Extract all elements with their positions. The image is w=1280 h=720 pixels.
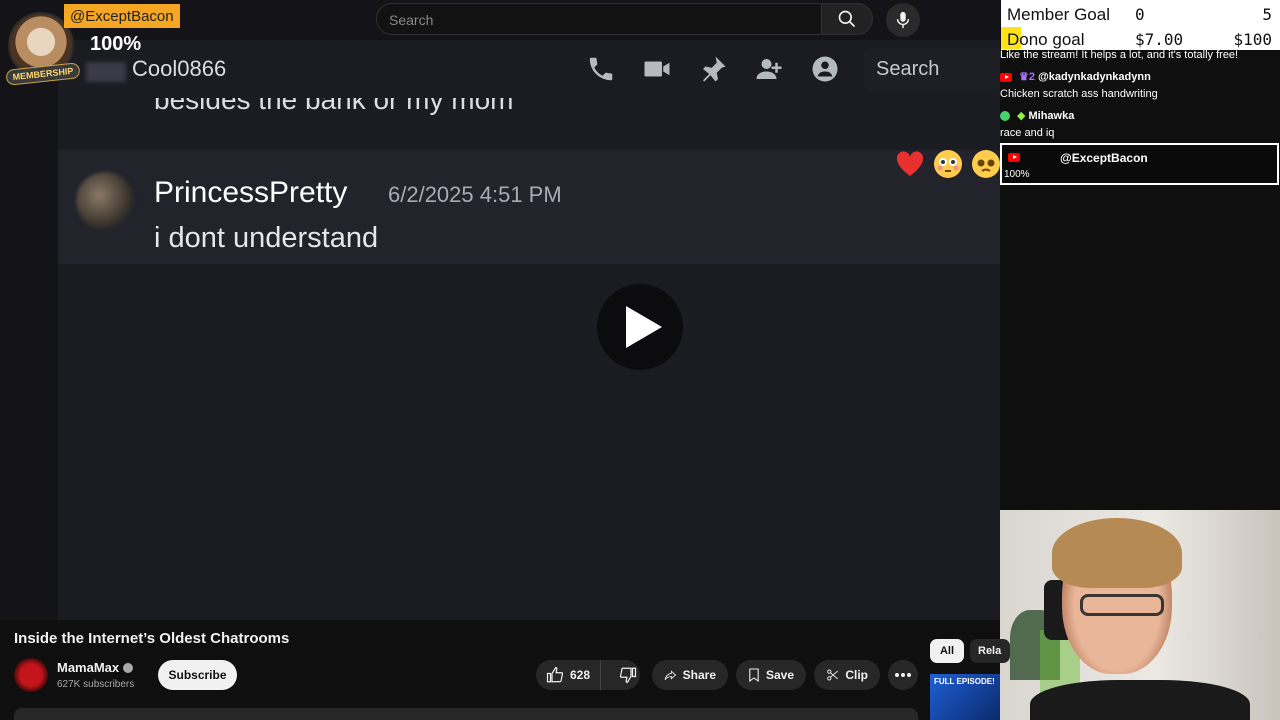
related-video-thumbnail[interactable]: FULL EPISODE! bbox=[930, 674, 1000, 720]
verified-icon bbox=[123, 663, 134, 673]
bookmark-icon bbox=[749, 668, 759, 683]
thumbs-up-icon bbox=[546, 666, 564, 683]
thumbs-down-icon bbox=[619, 667, 637, 684]
microphone-icon bbox=[896, 11, 910, 29]
clip-label: Clip bbox=[845, 668, 868, 682]
video-player[interactable]: Cool0866 Search besides the bank or my m… bbox=[0, 0, 1000, 620]
chat-message: PrincessPretty 6/2/2025 4:51 PM i dont u… bbox=[58, 150, 1000, 264]
glasses bbox=[1080, 594, 1164, 616]
dono-goal-row: Dono goal $7.00 $100 bbox=[1001, 26, 1280, 50]
member-goal-target: 5 bbox=[1262, 5, 1272, 24]
channel-name: MamaMax bbox=[57, 660, 120, 675]
youtube-search-input[interactable]: Search bbox=[376, 3, 822, 35]
dono-goal-value: $7.00 bbox=[1135, 30, 1184, 49]
video-call-icon bbox=[644, 61, 670, 77]
streamer-webcam bbox=[1000, 510, 1280, 720]
user-avatar bbox=[86, 62, 126, 82]
discord-channel-header: Cool0866 Search bbox=[58, 44, 1000, 96]
play-button[interactable] bbox=[597, 284, 683, 370]
discord-search-field: Search bbox=[864, 48, 1000, 90]
streamer-hair bbox=[1052, 518, 1182, 588]
search-placeholder: Search bbox=[389, 12, 434, 28]
chat-badge: ♛2 bbox=[1019, 71, 1035, 83]
platform-icon bbox=[1000, 111, 1010, 122]
chat-alert: @ExceptBacon 100% bbox=[1000, 143, 1279, 185]
filter-chip-all[interactable]: All bbox=[930, 639, 964, 663]
filter-chip-related[interactable]: Rela bbox=[970, 639, 1010, 663]
pleading-emoji-icon bbox=[972, 150, 1000, 178]
chat-username: @kadynkadynkadynn bbox=[1037, 71, 1151, 83]
channel-user-name: Cool0866 bbox=[132, 56, 227, 81]
thumbnail-text: FULL EPISODE! bbox=[934, 677, 995, 686]
dono-goal-target: $100 bbox=[1233, 30, 1272, 49]
scissors-icon bbox=[827, 669, 838, 681]
call-icon bbox=[589, 57, 613, 81]
chat-text: Chicken scratch ass handwriting bbox=[1000, 88, 1158, 100]
flushed-emoji-icon bbox=[934, 150, 962, 178]
more-horizontal-icon bbox=[895, 673, 911, 677]
chat-line: ♛2 @kadynkadynkadynn bbox=[1000, 70, 1151, 83]
voice-search-button[interactable] bbox=[886, 3, 920, 37]
youtube-icon bbox=[1000, 72, 1012, 82]
channel-avatar[interactable] bbox=[14, 658, 48, 692]
chat-text: race and iq bbox=[1000, 127, 1055, 139]
goals-widget: Member Goal 0 5 Dono goal $7.00 $100 bbox=[1001, 0, 1280, 50]
member-username-text: @ExceptBacon bbox=[70, 8, 174, 25]
chat-line: Chicken scratch ass handwriting bbox=[1000, 88, 1158, 100]
member-goal-label: Member Goal bbox=[1007, 5, 1110, 24]
share-button[interactable]: Share bbox=[652, 660, 728, 690]
message-avatar bbox=[76, 172, 134, 230]
like-count: 628 bbox=[570, 668, 591, 682]
chat-username: Mihawka bbox=[1028, 110, 1075, 122]
message-timestamp: 6/2/2025 4:51 PM bbox=[388, 182, 562, 207]
streamer-shirt bbox=[1030, 680, 1250, 720]
search-icon bbox=[838, 10, 856, 28]
pin-icon bbox=[703, 56, 726, 82]
heart-emoji-icon bbox=[896, 151, 924, 176]
dislike-button[interactable] bbox=[607, 660, 649, 690]
reaction-bar bbox=[888, 146, 1000, 184]
member-goal-row: Member Goal 0 5 bbox=[1001, 1, 1280, 25]
more-actions-button[interactable] bbox=[888, 660, 918, 690]
chat-text: Like the stream! It helps a lot, and it'… bbox=[1000, 49, 1239, 61]
member-percent: 100% bbox=[90, 33, 142, 55]
member-list-icon bbox=[812, 56, 838, 82]
alert-percent: 100% bbox=[1004, 169, 1030, 180]
video-title: Inside the Internet’s Oldest Chatrooms bbox=[14, 630, 290, 647]
chat-line: ◆ Mihawka bbox=[1000, 109, 1074, 122]
channel-name-link[interactable]: MamaMax bbox=[57, 660, 134, 675]
save-button[interactable]: Save bbox=[736, 660, 806, 690]
member-goal-value: 0 bbox=[1135, 5, 1145, 24]
share-icon bbox=[664, 670, 677, 680]
subscriber-count: 627K subscribers bbox=[57, 679, 135, 690]
share-label: Share bbox=[682, 668, 716, 682]
clip-button[interactable]: Clip bbox=[814, 660, 880, 690]
youtube-icon bbox=[1008, 153, 1020, 162]
description-box[interactable] bbox=[14, 708, 918, 720]
discord-screen bbox=[58, 40, 1000, 620]
like-button[interactable]: 628 bbox=[536, 660, 602, 690]
dono-goal-label: Dono goal bbox=[1007, 30, 1085, 49]
gem-icon: ◆ bbox=[1017, 110, 1026, 122]
search-button[interactable] bbox=[821, 3, 873, 35]
message-text: i dont understand bbox=[154, 222, 379, 254]
like-dislike-group: 628 bbox=[536, 660, 640, 690]
chat-line: race and iq bbox=[1000, 127, 1054, 139]
alert-username: @ExceptBacon bbox=[1060, 151, 1148, 165]
member-username: @ExceptBacon bbox=[64, 4, 180, 28]
message-author: PrincessPretty bbox=[154, 176, 348, 209]
save-label: Save bbox=[765, 668, 794, 682]
add-member-icon bbox=[756, 59, 782, 79]
play-icon bbox=[626, 306, 662, 348]
chat-line: Like the stream! It helps a lot, and it'… bbox=[1000, 49, 1238, 61]
subscribe-button[interactable]: Subscribe bbox=[158, 660, 237, 690]
discord-search-label: Search bbox=[876, 58, 940, 80]
